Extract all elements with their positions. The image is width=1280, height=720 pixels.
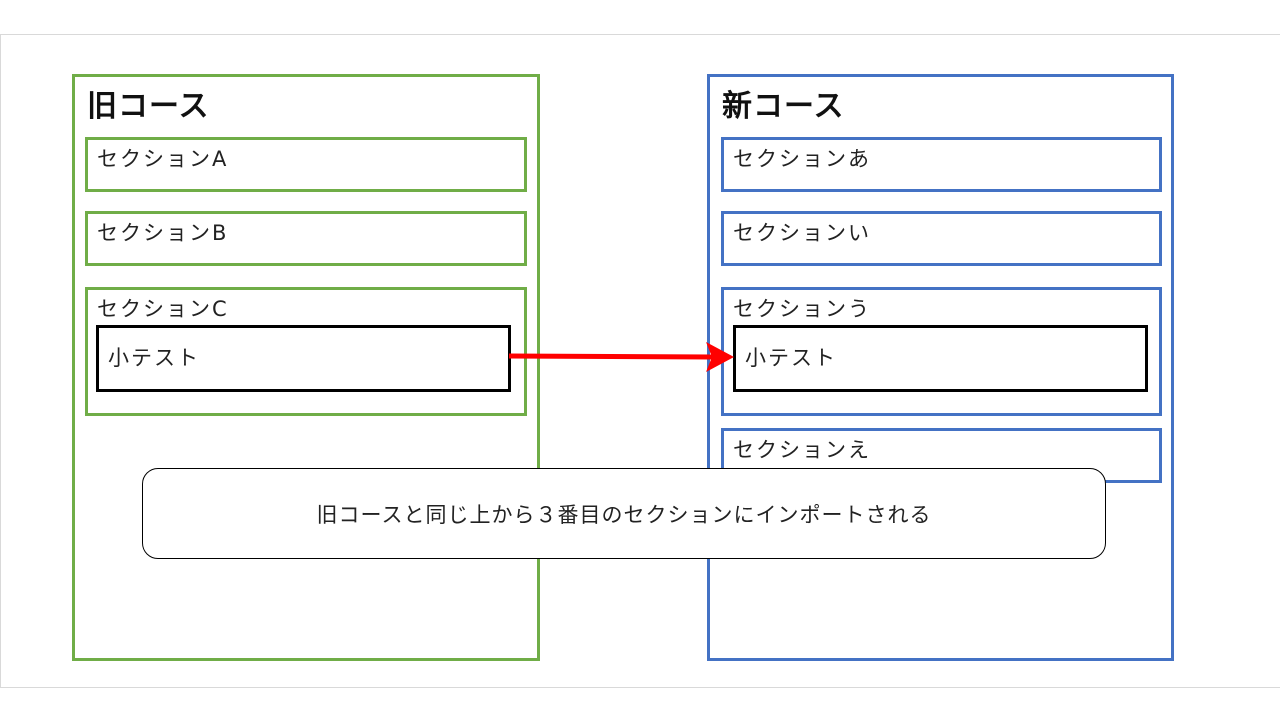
old-course-title: 旧コース [87,89,210,124]
new-course-title: 新コース [722,89,845,124]
old-quiz-box: 小テスト [96,325,511,392]
old-section-b: セクションB [85,211,527,266]
note-text: 旧コースと同じ上から３番目のセクションにインポートされる [316,502,932,527]
new-section-u-label: セクションう [733,297,871,321]
old-section-c: セクションC 小テスト [85,287,527,416]
new-section-u: セクションう 小テスト [721,287,1162,416]
new-section-a: セクションあ [721,137,1162,192]
old-section-b-label: セクションB [97,221,229,245]
old-course-box: 旧コース セクションA セクションB セクションC 小テスト [72,74,540,661]
new-quiz-label: 小テスト [745,346,837,370]
new-quiz-box: 小テスト [733,325,1148,392]
note-callout: 旧コースと同じ上から３番目のセクションにインポートされる [142,468,1106,559]
old-section-c-label: セクションC [97,297,229,321]
new-section-a-label: セクションあ [733,147,871,171]
new-section-i-label: セクションい [733,221,871,245]
old-section-a-label: セクションA [97,147,229,171]
old-quiz-label: 小テスト [108,346,200,370]
old-section-a: セクションA [85,137,527,192]
new-section-i: セクションい [721,211,1162,266]
new-course-box: 新コース セクションあ セクションい セクションう 小テスト セクションえ [707,74,1174,661]
new-section-e-label: セクションえ [733,438,871,462]
